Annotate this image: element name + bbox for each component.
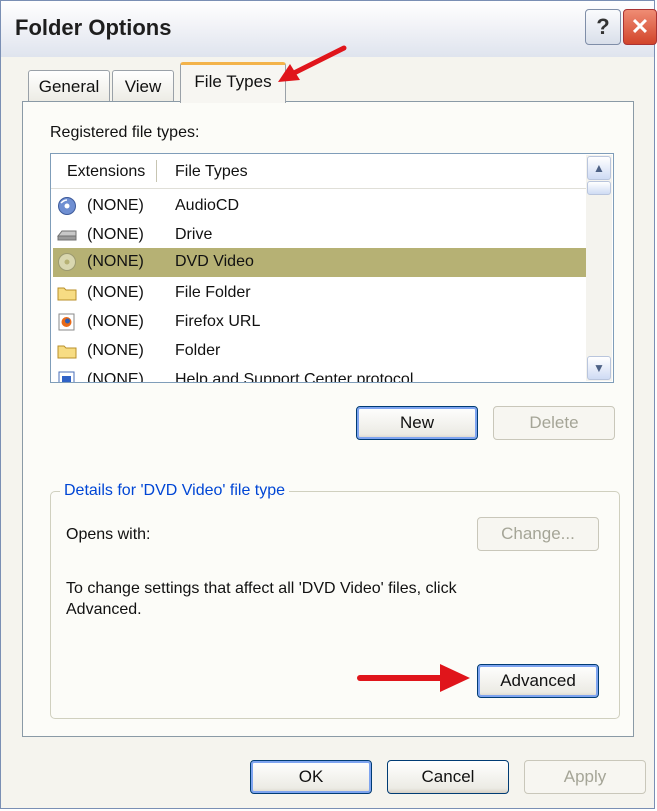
list-row-file-folder[interactable]: (NONE) File Folder	[53, 279, 587, 308]
row-extension: (NONE)	[87, 197, 144, 214]
folder-icon	[57, 287, 77, 301]
list-row-audiocd[interactable]: (NONE) AudioCD	[53, 192, 587, 221]
dvd-icon	[58, 253, 76, 271]
drive-icon	[57, 230, 77, 241]
chevron-down-icon: ▼	[593, 361, 605, 375]
file-types-list[interactable]: Extensions File Types (NONE) AudioCD (NO…	[50, 153, 614, 383]
new-button[interactable]: New	[356, 406, 478, 440]
row-file-type: Help and Support Center protocol	[175, 371, 414, 383]
annotation-arrow-icon	[357, 664, 470, 692]
info-text-line2: Advanced.	[66, 601, 142, 618]
tab-general[interactable]: General	[28, 70, 110, 102]
row-file-type: Drive	[175, 226, 213, 243]
details-legend: Details for 'DVD Video' file type	[60, 482, 290, 500]
chevron-up-icon: ▲	[593, 161, 605, 175]
list-scrollbar[interactable]: ▲ ▼	[586, 155, 612, 381]
column-header-extensions[interactable]: Extensions	[67, 163, 145, 181]
row-extension: (NONE)	[87, 371, 144, 383]
list-row-firefox-url[interactable]: (NONE) Firefox URL	[53, 308, 587, 337]
row-file-type: DVD Video	[175, 253, 254, 270]
help-button[interactable]: ?	[585, 9, 621, 45]
opens-with-label: Opens with:	[66, 526, 151, 543]
row-file-type: Folder	[175, 342, 221, 359]
tab-view[interactable]: View	[112, 70, 174, 102]
firefox-icon	[58, 313, 75, 331]
list-row-help-protocol[interactable]: (NONE) Help and Support Center protocol	[53, 366, 587, 383]
change-button[interactable]: Change...	[477, 517, 599, 551]
row-file-type: Firefox URL	[175, 313, 261, 330]
row-file-type: AudioCD	[175, 197, 240, 214]
apply-button[interactable]: Apply	[524, 760, 646, 794]
scroll-thumb[interactable]	[587, 181, 611, 195]
scroll-down-button[interactable]: ▼	[587, 356, 611, 380]
scroll-up-button[interactable]: ▲	[587, 156, 611, 180]
list-header: Extensions File Types	[51, 154, 587, 189]
info-text-line1: To change settings that affect all 'DVD …	[66, 580, 457, 597]
row-extension: (NONE)	[87, 226, 144, 243]
row-extension: (NONE)	[87, 313, 144, 330]
annotation-arrow-icon	[278, 45, 347, 82]
row-extension: (NONE)	[87, 284, 144, 301]
question-mark-icon: ?	[596, 14, 610, 39]
row-extension: (NONE)	[87, 253, 144, 270]
row-extension: (NONE)	[87, 342, 144, 359]
cancel-button[interactable]: Cancel	[387, 760, 509, 794]
close-icon: ✕	[630, 14, 650, 39]
registered-file-types-label: Registered file types:	[50, 124, 200, 141]
column-header-file-types[interactable]: File Types	[175, 163, 248, 181]
list-row-folder[interactable]: (NONE) Folder	[53, 337, 587, 366]
list-row-drive[interactable]: (NONE) Drive	[53, 221, 587, 250]
advanced-button[interactable]: Advanced	[477, 664, 599, 698]
window-title: Folder Options	[15, 15, 172, 40]
folder-icon	[57, 345, 77, 359]
cd-icon	[58, 197, 76, 215]
close-button[interactable]: ✕	[623, 9, 657, 45]
ok-button[interactable]: OK	[250, 760, 372, 794]
column-divider[interactable]	[156, 160, 157, 182]
delete-button[interactable]: Delete	[493, 406, 615, 440]
row-file-type: File Folder	[175, 284, 251, 301]
list-row-dvd-video[interactable]: (NONE) DVD Video	[53, 248, 587, 277]
help-file-icon	[58, 371, 75, 382]
